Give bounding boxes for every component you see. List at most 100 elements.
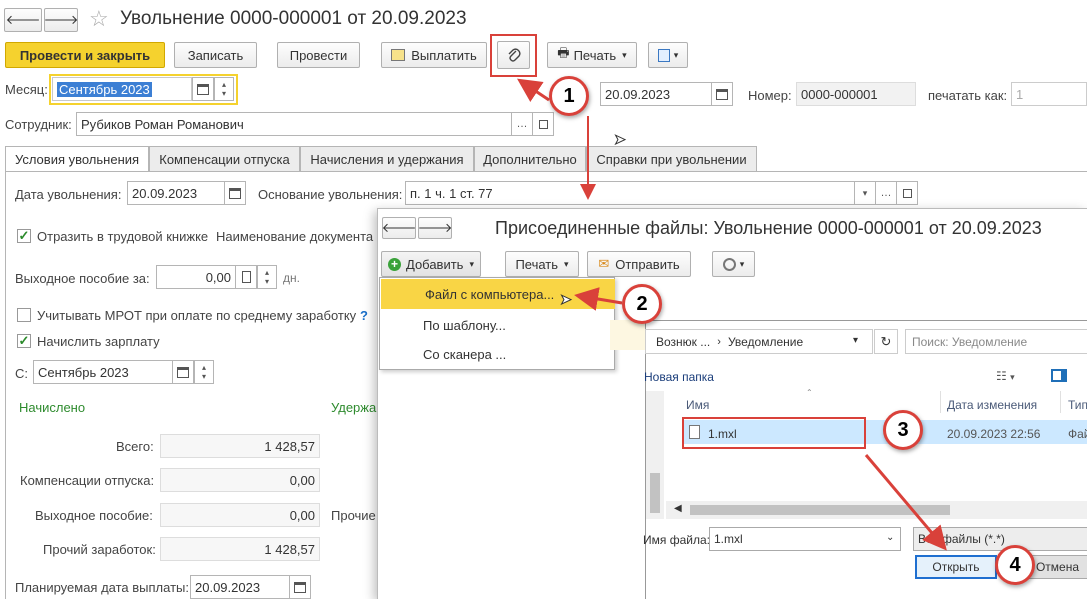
back-button[interactable]: 🡐 [4, 8, 42, 32]
vacation-comp-value: 0,00 [160, 468, 320, 492]
arrow-right-icon: 🡒 [43, 12, 79, 27]
attached-print-label: Печать [515, 256, 559, 272]
number-label: Номер: [748, 88, 792, 103]
mrot-checkbox[interactable] [17, 308, 31, 322]
nav-pane-scrollbar[interactable] [646, 391, 664, 519]
document-arrow-icon [657, 48, 670, 62]
planned-date-calendar-button[interactable] [289, 575, 311, 599]
attach-files-button[interactable] [497, 41, 530, 69]
dropdown-arrow-icon: ▾ [673, 49, 679, 60]
nav-scroll-thumb[interactable] [650, 473, 660, 513]
more-icon [722, 257, 736, 271]
basis-dropdown-button[interactable]: ▾ [854, 181, 876, 205]
stepper-down-icon: ▾ [221, 89, 226, 98]
save-button[interactable]: Записать [174, 42, 257, 68]
menu-item-from-computer[interactable]: Файл с компьютера... [381, 279, 615, 309]
basis-select-button[interactable]: … [875, 181, 897, 205]
column-header-type[interactable]: Тип [1068, 398, 1087, 412]
basis-open-button[interactable] [896, 181, 918, 205]
calendar-icon [197, 83, 209, 95]
more-actions-button[interactable]: ▾ [648, 42, 688, 68]
number-input[interactable]: 0000-000001 [796, 82, 916, 106]
calendar-icon [177, 366, 189, 378]
refresh-button[interactable]: ↻ [874, 329, 898, 354]
window-title: Увольнение 0000-000001 от 20.09.2023 [120, 8, 467, 29]
stepper-up-icon: ▴ [201, 363, 206, 372]
file-name[interactable]: 1.mxl [708, 427, 737, 441]
doc-date-calendar-button[interactable] [711, 82, 733, 106]
menu-item-from-template[interactable]: По шаблону... [381, 310, 615, 340]
path-current[interactable]: Уведомление [728, 335, 803, 349]
tab-certificates[interactable]: Справки при увольнении [586, 146, 757, 172]
dropdown-arrow-icon: ▾ [622, 49, 627, 60]
search-input[interactable]: Поиск: Уведомление [905, 329, 1087, 354]
dropdown-arrow-icon: ▾ [564, 258, 569, 269]
forward-button[interactable]: 🡒 [44, 8, 78, 32]
doc-date-input[interactable]: 20.09.2023 [600, 82, 712, 106]
attached-more-button[interactable]: ▾ [712, 251, 755, 277]
favorite-star-icon[interactable]: ☆ [89, 6, 109, 32]
view-options-button[interactable]: ☷ ▾ [996, 369, 1015, 383]
column-header-date[interactable]: Дата изменения [947, 398, 1037, 412]
open-button[interactable]: Открыть [915, 555, 997, 579]
doc-name-label: Наименование документа [216, 229, 374, 244]
filter-select[interactable]: Все файлы (*.*) [913, 527, 1087, 551]
planned-date-input[interactable]: 20.09.2023 [190, 575, 290, 599]
from-calendar-button[interactable] [172, 360, 194, 384]
dismissal-date-calendar-button[interactable] [224, 181, 246, 205]
tab-panel-left-border [5, 171, 6, 599]
salary-checkbox[interactable]: ✓ [17, 334, 31, 348]
column-divider [1060, 391, 1061, 413]
severance-stepper[interactable]: ▴ ▾ [257, 265, 277, 289]
month-input[interactable]: Сентябрь 2023 [52, 77, 192, 101]
employee-input[interactable]: Рубиков Роман Романович [76, 112, 512, 136]
add-button[interactable]: + Добавить ▾ [381, 251, 481, 277]
tab-vacation-compensation[interactable]: Компенсации отпуска [149, 146, 300, 172]
print-as-input[interactable]: 1 [1011, 82, 1087, 106]
column-divider [940, 391, 941, 413]
basis-input[interactable]: п. 1 ч. 1 ст. 77 [405, 181, 855, 205]
address-bar[interactable]: Вознюк ... › Уведомление [645, 329, 873, 354]
pay-button[interactable]: Выплатить [381, 42, 487, 68]
path-parent[interactable]: Вознюк ... [656, 335, 710, 349]
h-scroll-thumb[interactable] [690, 505, 950, 515]
callout-2: 2 [622, 284, 662, 324]
from-input[interactable]: Сентябрь 2023 [33, 360, 173, 384]
severance-calc-button[interactable] [235, 265, 257, 289]
help-icon[interactable]: ? [360, 308, 368, 323]
calendar-icon [229, 187, 241, 199]
tab-additional[interactable]: Дополнительно [474, 146, 586, 172]
horizontal-scrollbar[interactable]: ◀ [666, 501, 1087, 519]
severance-pay-value: 0,00 [160, 503, 320, 527]
stepper-up-icon: ▴ [221, 80, 226, 89]
month-stepper[interactable]: ▴ ▾ [214, 77, 234, 101]
total-value: 1 428,57 [160, 434, 320, 458]
column-header-name[interactable]: Имя [686, 398, 709, 412]
severance-input[interactable]: 0,00 [156, 265, 236, 289]
scroll-left-icon[interactable]: ◀ [674, 503, 682, 514]
employee-open-button[interactable] [532, 112, 554, 136]
menu-item-from-scanner[interactable]: Со сканера ... [381, 339, 615, 369]
post-button[interactable]: Провести [277, 42, 360, 68]
tab-dismissal-conditions[interactable]: Условия увольнения [5, 146, 149, 172]
open-icon [902, 188, 912, 198]
severance-pay-label: Выходное пособие: [35, 508, 153, 523]
path-dropdown-button[interactable]: ▾ [853, 335, 858, 346]
printer-icon: 🖶 [557, 45, 570, 60]
filename-input[interactable]: 1.mxl [709, 527, 901, 551]
calendar-button[interactable] [192, 77, 214, 101]
attached-forward-button[interactable]: 🡒 [418, 217, 452, 239]
workbook-checkbox[interactable]: ✓ [17, 229, 31, 243]
tab-accruals-deductions[interactable]: Начисления и удержания [300, 146, 474, 172]
send-button[interactable]: ✉ Отправить [587, 251, 691, 277]
preview-pane-button[interactable] [1051, 369, 1067, 382]
from-stepper[interactable]: ▴ ▾ [194, 360, 214, 384]
attached-back-button[interactable]: 🡐 [382, 217, 416, 239]
post-and-close-button[interactable]: Провести и закрыть [5, 42, 165, 68]
print-button[interactable]: 🖶 Печать ▾ [547, 42, 637, 68]
filename-dropdown-icon[interactable]: ⌄ [886, 532, 894, 543]
dismissal-date-input[interactable]: 20.09.2023 [127, 181, 225, 205]
employee-select-button[interactable]: … [511, 112, 533, 136]
new-folder-button[interactable]: Новая папка [644, 370, 714, 384]
attached-print-button[interactable]: Печать ▾ [505, 251, 579, 277]
